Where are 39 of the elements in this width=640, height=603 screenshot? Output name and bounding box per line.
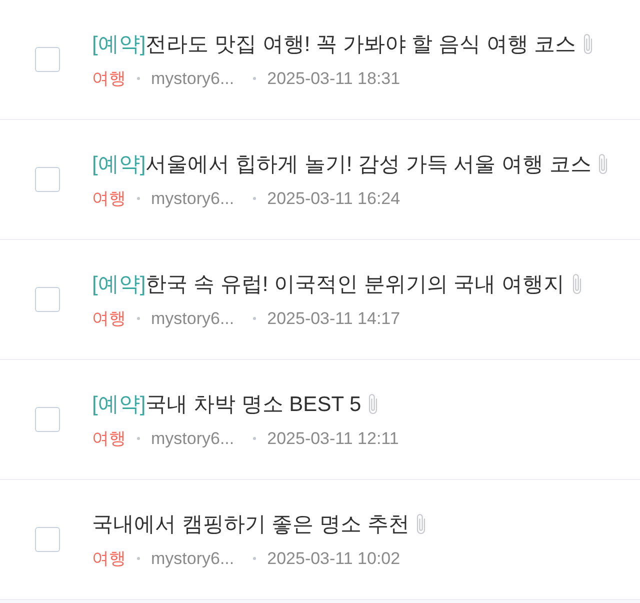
checkbox[interactable] xyxy=(35,407,60,432)
post-author: mystory6... xyxy=(151,308,234,328)
checkbox[interactable] xyxy=(35,287,60,312)
post-title[interactable]: 전라도 맛집 여행! 꼭 가봐야 할 음식 여행 코스 xyxy=(146,30,576,58)
post-title[interactable]: 한국 속 유럽! 이국적인 분위기의 국내 여행지 xyxy=(146,270,565,298)
post-category: 여행 xyxy=(92,68,126,90)
separator-dot-icon xyxy=(137,197,140,200)
post-title[interactable]: 국내 차박 명소 BEST 5 xyxy=(146,390,362,418)
reservation-tag: [예약] xyxy=(92,270,146,298)
reservation-tag: [예약] xyxy=(92,390,146,418)
post-title[interactable]: 서울에서 힙하게 놀기! 감성 가득 서울 여행 코스 xyxy=(146,150,592,178)
checkbox[interactable] xyxy=(35,47,60,72)
separator-dot-icon xyxy=(137,437,140,440)
separator-dot-icon xyxy=(137,317,140,320)
post-title[interactable]: 국내에서 캠핑하기 좋은 명소 추천 xyxy=(92,510,410,538)
post-author: mystory6... xyxy=(151,188,234,208)
post-date: 2025-03-11 16:24 xyxy=(267,188,400,208)
post-category: 여행 xyxy=(92,548,126,570)
reservation-tag: [예약] xyxy=(92,150,146,178)
separator-dot-icon xyxy=(253,317,256,320)
post-category: 여행 xyxy=(92,428,126,450)
post-category: 여행 xyxy=(92,188,126,210)
separator-dot-icon xyxy=(137,557,140,560)
separator-dot-icon xyxy=(253,437,256,440)
reservation-tag: [예약] xyxy=(92,30,146,58)
post-author: mystory6... xyxy=(151,548,234,568)
separator-dot-icon xyxy=(137,77,140,80)
separator-dot-icon xyxy=(253,197,256,200)
post-category: 여행 xyxy=(92,308,126,330)
post-author: mystory6... xyxy=(151,428,234,448)
checkbox[interactable] xyxy=(35,167,60,192)
separator-dot-icon xyxy=(253,77,256,80)
post-date: 2025-03-11 14:17 xyxy=(267,308,400,328)
post-date: 2025-03-11 12:11 xyxy=(267,428,399,448)
post-date: 2025-03-11 10:02 xyxy=(267,548,400,568)
post-author: mystory6... xyxy=(151,68,234,88)
separator-dot-icon xyxy=(253,557,256,560)
post-date: 2025-03-11 18:31 xyxy=(267,68,400,88)
checkbox[interactable] xyxy=(35,527,60,552)
